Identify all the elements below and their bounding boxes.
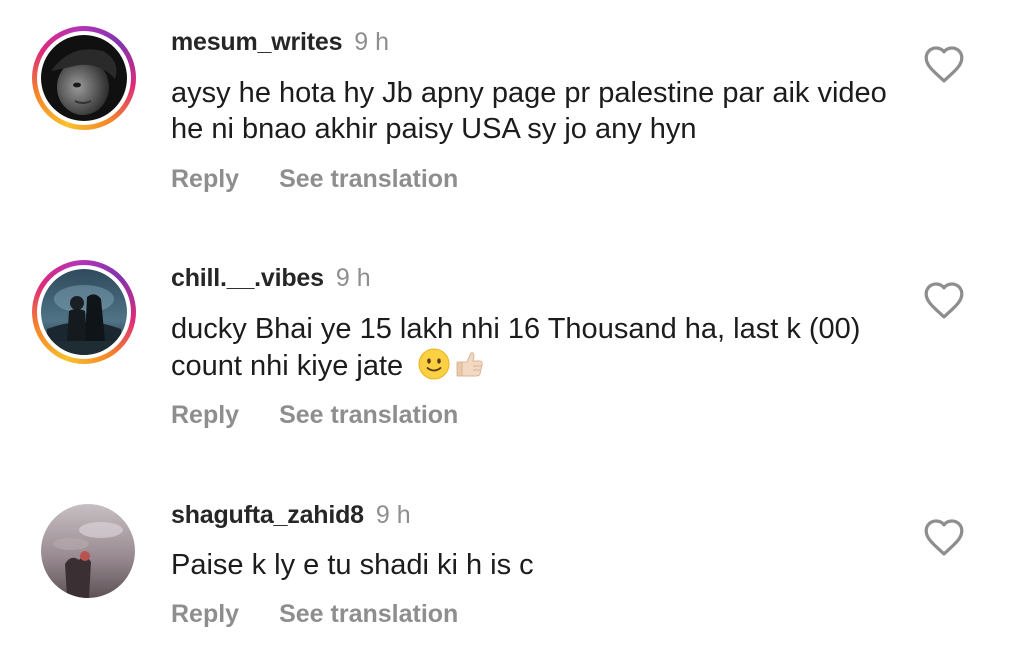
avatar[interactable]	[41, 269, 127, 355]
comment-text: Paise k ly e tu shadi ki h is c	[171, 549, 534, 581]
heart-outline-icon	[924, 519, 964, 556]
avatar-photo-couple	[41, 269, 127, 355]
username[interactable]: mesum_writes	[171, 28, 342, 56]
comment-text: ducky Bhai ye 15 lakh nhi 16 Thousand ha…	[171, 311, 891, 384]
like-button[interactable]	[922, 517, 966, 557]
see-translation-button[interactable]: See translation	[279, 401, 458, 429]
comment-header: shagufta_zahid8 9 h	[171, 500, 411, 530]
see-translation-button[interactable]: See translation	[279, 600, 458, 628]
thumbs-up-icon	[453, 347, 487, 381]
avatar-photo-sky	[41, 504, 135, 598]
slightly-smiling-face-icon	[417, 347, 451, 381]
like-button[interactable]	[922, 44, 966, 84]
heart-outline-icon	[924, 46, 964, 83]
see-translation-button[interactable]: See translation	[279, 165, 458, 193]
avatar-photo-child	[41, 35, 127, 121]
reply-button[interactable]: Reply	[171, 165, 239, 193]
timestamp: 9 h	[335, 264, 371, 292]
username[interactable]: shagufta_zahid8	[171, 501, 364, 529]
timestamp: 9 h	[375, 501, 411, 529]
comment-header: mesum_writes 9 h	[171, 27, 389, 57]
comment-actions: Reply See translation	[171, 599, 458, 629]
avatar-container[interactable]	[41, 504, 135, 598]
comment-text: aysy he hota hy Jb apny page pr palestin…	[171, 77, 887, 145]
timestamp: 9 h	[354, 28, 390, 56]
like-button[interactable]	[922, 280, 966, 320]
comment-text-content: ducky Bhai ye 15 lakh nhi 16 Thousand ha…	[171, 313, 861, 382]
comment-actions: Reply See translation	[171, 164, 458, 194]
avatar[interactable]	[41, 35, 127, 121]
comment-header: chill.__.vibes 9 h	[171, 263, 371, 293]
username[interactable]: chill.__.vibes	[171, 264, 324, 292]
avatar[interactable]	[41, 504, 135, 598]
comment-actions: Reply See translation	[171, 400, 458, 430]
heart-outline-icon	[924, 282, 964, 319]
avatar-story-ring[interactable]	[32, 260, 136, 364]
reply-button[interactable]: Reply	[171, 600, 239, 628]
avatar-story-ring[interactable]	[32, 26, 136, 130]
reply-button[interactable]: Reply	[171, 401, 239, 429]
